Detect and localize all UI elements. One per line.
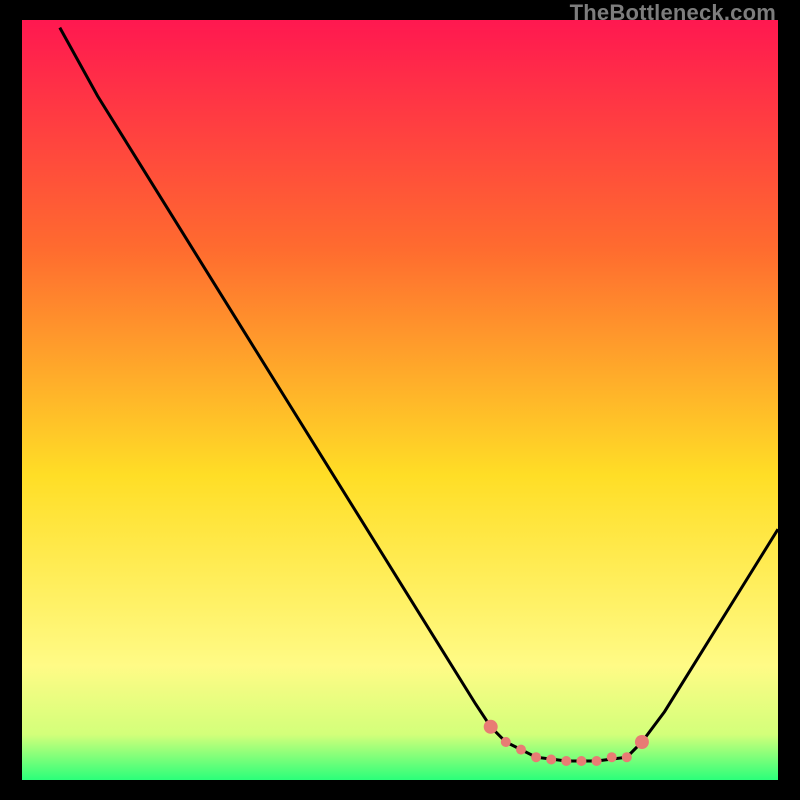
optimal-dot [607,752,617,762]
optimal-end-dot [484,720,498,734]
optimal-dot [592,756,602,766]
optimal-dot [561,756,571,766]
bottleneck-chart [22,20,778,780]
optimal-dot [622,752,632,762]
optimal-dot [546,755,556,765]
optimal-end-dot [635,735,649,749]
chart-background [22,20,778,780]
optimal-dot [501,737,511,747]
chart-frame [22,20,778,780]
optimal-dot [516,745,526,755]
optimal-dot [531,752,541,762]
optimal-dot [576,756,586,766]
watermark-text: TheBottleneck.com [570,0,776,26]
